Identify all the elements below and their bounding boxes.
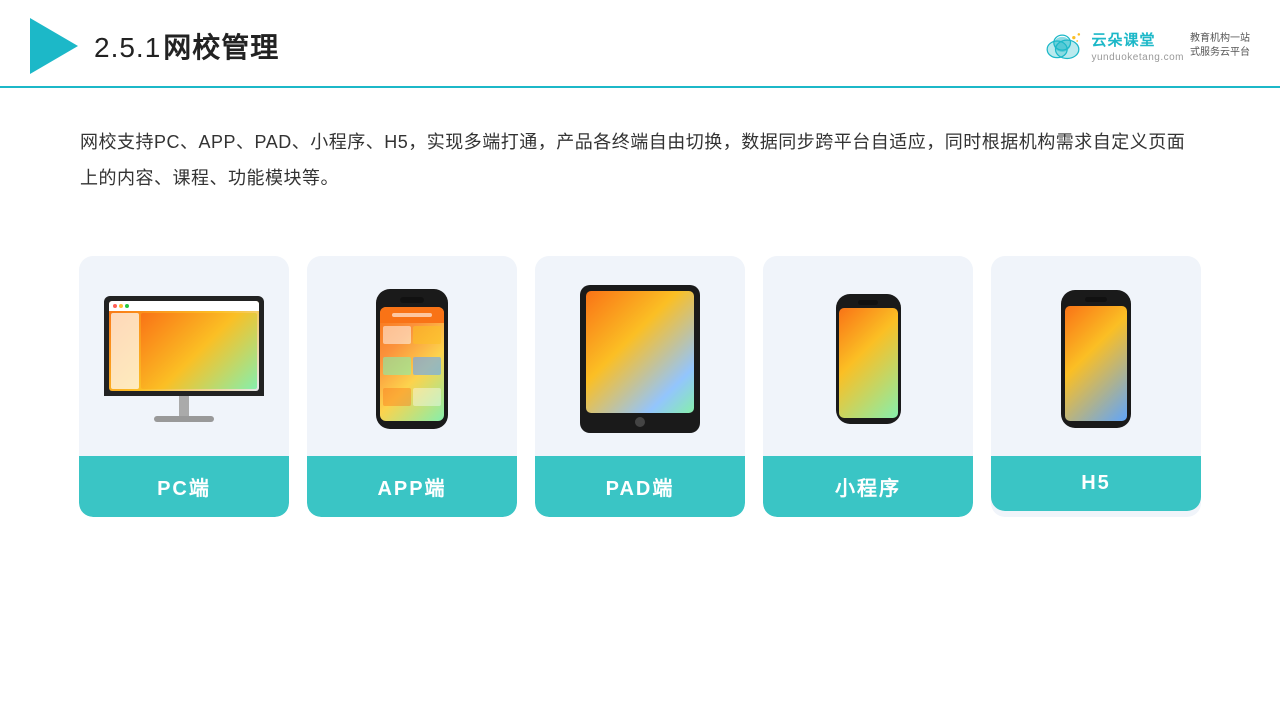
app-phone-screen xyxy=(380,307,444,421)
app-content-blocks xyxy=(380,323,444,421)
pc-card: PC端 xyxy=(79,256,289,517)
app-block-5 xyxy=(383,388,411,406)
pc-main-content xyxy=(141,313,257,389)
miniprogram-phone-screen xyxy=(839,308,898,418)
app-block-6 xyxy=(413,388,441,406)
pc-screen-inner xyxy=(109,301,259,391)
page-title: 2.5.1网校管理 xyxy=(94,26,279,66)
pc-image-area xyxy=(79,256,289,456)
pc-label: PC端 xyxy=(79,456,289,517)
description-text: 网校支持PC、APP、PAD、小程序、H5，实现多端打通，产品各终端自由切换，数… xyxy=(80,124,1200,196)
pc-base xyxy=(154,416,214,422)
header-left: 2.5.1网校管理 xyxy=(30,18,279,74)
app-block-1 xyxy=(383,326,411,344)
description: 网校支持PC、APP、PAD、小程序、H5，实现多端打通，产品各终端自由切换，数… xyxy=(0,88,1280,216)
pc-dot-red xyxy=(113,304,117,308)
app-card: APP端 xyxy=(307,256,517,517)
pc-screen-content xyxy=(109,311,259,391)
h5-phone-screen xyxy=(1065,306,1127,421)
header-right: 云朵课堂 yunduoketang.com 教育机构一站式服务云平台 xyxy=(1041,29,1250,63)
brand-slogan: 教育机构一站式服务云平台 xyxy=(1190,32,1250,60)
h5-phone-notch xyxy=(1085,297,1107,302)
pc-screen-bar xyxy=(109,301,259,311)
logo-triangle-icon xyxy=(30,18,78,74)
pc-dot-green xyxy=(125,304,129,308)
cards-section: PC端 xyxy=(0,226,1280,547)
brand-logo: 云朵课堂 yunduoketang.com 教育机构一站式服务云平台 xyxy=(1041,29,1250,63)
app-image-area xyxy=(307,256,517,456)
miniprogram-phone-notch xyxy=(858,300,878,305)
app-block-4 xyxy=(413,357,441,375)
app-block-3 xyxy=(383,357,411,375)
miniprogram-image-area xyxy=(763,256,973,456)
app-screen-header xyxy=(380,307,444,323)
miniprogram-phone-mockup xyxy=(836,294,901,424)
pc-screen-outer xyxy=(104,296,264,396)
app-label: APP端 xyxy=(307,456,517,517)
pc-sidebar xyxy=(111,313,139,389)
app-phone-notch xyxy=(400,297,424,303)
section-title-text: 网校管理 xyxy=(163,32,279,63)
pad-image-area xyxy=(535,256,745,456)
pad-label: PAD端 xyxy=(535,456,745,517)
header: 2.5.1网校管理 云朵课堂 yunduoketang.com 教育机构一 xyxy=(0,0,1280,88)
pad-card: PAD端 xyxy=(535,256,745,517)
brand-name: 云朵课堂 yunduoketang.com xyxy=(1091,29,1184,63)
h5-image-area xyxy=(991,256,1201,456)
pc-mockup xyxy=(99,296,269,422)
h5-card: H5 xyxy=(991,256,1201,517)
h5-label: H5 xyxy=(991,456,1201,511)
tablet-home-btn xyxy=(635,417,645,427)
miniprogram-card: 小程序 xyxy=(763,256,973,517)
pc-stand xyxy=(179,396,189,416)
app-screen-header-text xyxy=(392,313,432,317)
miniprogram-label: 小程序 xyxy=(763,456,973,517)
app-block-2 xyxy=(413,326,441,344)
tablet-screen xyxy=(586,291,694,413)
h5-phone-mockup xyxy=(1061,290,1131,428)
cloud-icon xyxy=(1041,31,1085,61)
pc-dot-yellow xyxy=(119,304,123,308)
app-phone-mockup xyxy=(376,289,448,429)
tablet-mockup xyxy=(580,285,700,433)
section-number: 2.5.1 xyxy=(94,32,161,63)
